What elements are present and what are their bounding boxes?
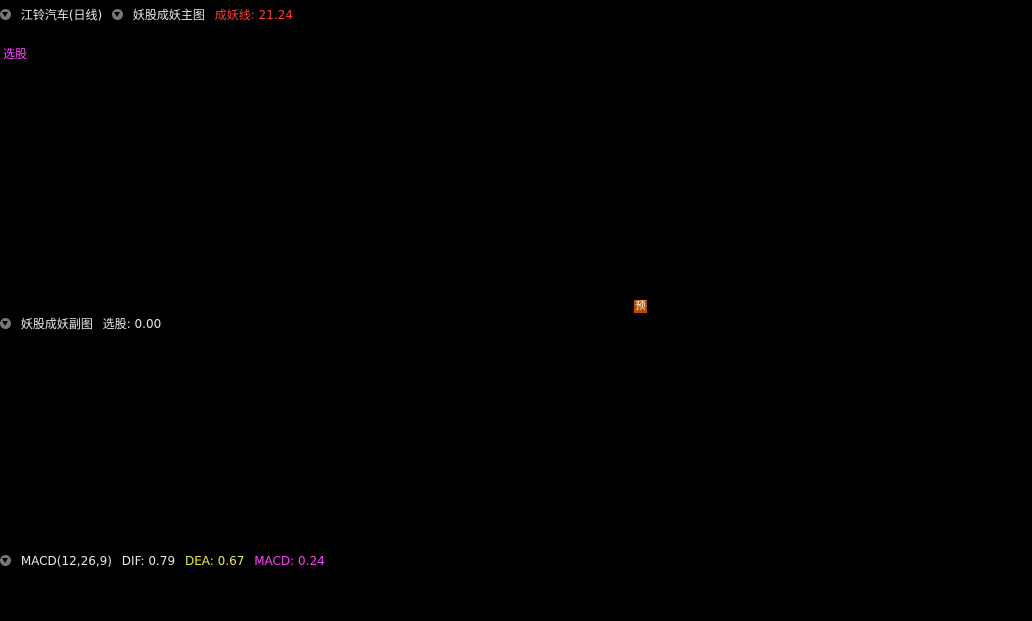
- candle-up: [818, 160, 832, 165]
- candle-up: [288, 217, 302, 221]
- candle-down: [716, 130, 730, 136]
- candle-down: [573, 153, 587, 178]
- candle-down: [675, 128, 689, 131]
- high-marker: [987, 86, 995, 96]
- candle-up: [471, 202, 485, 207]
- candle-down: [512, 191, 526, 196]
- candle-down: [798, 139, 812, 162]
- candle-up: [594, 159, 608, 192]
- candle-up: [369, 217, 383, 220]
- candle-up: [63, 191, 77, 201]
- select-value-label: 选股: 0.00: [102, 317, 162, 331]
- candle-up: [2, 189, 16, 192]
- select-label: 选股: [3, 47, 28, 61]
- low-marker: [436, 281, 446, 286]
- candle-up: [777, 137, 791, 148]
- sub-indicator-name[interactable]: 妖股成妖副图: [21, 317, 93, 331]
- signal-candle: [552, 152, 567, 195]
- candle-up: [247, 209, 261, 217]
- stock-title: 江铃汽车(日线): [20, 8, 103, 22]
- candle-up: [736, 139, 750, 145]
- candle-up: [451, 202, 465, 230]
- candle-up: [84, 189, 98, 197]
- candle-up: [1022, 100, 1032, 107]
- candle-up: [22, 192, 36, 203]
- candle-up: [879, 146, 893, 189]
- signal-candle: [42, 198, 57, 203]
- main-indicator-name[interactable]: 妖股成妖主图: [133, 8, 205, 22]
- candle-up: [614, 165, 628, 170]
- dea-label: DEA: 0.67: [184, 554, 245, 568]
- candle-down: [961, 121, 975, 126]
- indicator-menu-icon[interactable]: [112, 9, 124, 20]
- signal-label: ↖成妖: [862, 213, 896, 227]
- candle-down: [390, 212, 404, 220]
- dif-line: [8, 575, 1030, 604]
- candle-up: [696, 127, 710, 139]
- candle-up: [226, 211, 240, 219]
- candle-up: [492, 190, 506, 209]
- candle-up: [349, 215, 363, 218]
- candle-down: [940, 101, 954, 109]
- candle-up: [655, 114, 669, 134]
- dea-line: [8, 578, 1030, 602]
- macd-menu-icon[interactable]: [0, 555, 11, 566]
- low-price-label: 18.30: [449, 278, 483, 292]
- candle-up: [757, 129, 771, 137]
- chart-canvas: ↖成妖 ↖成妖 ↖成妖 24.67 18.30: [0, 2, 1032, 606]
- candle-down: [145, 204, 159, 206]
- candle-up: [981, 116, 995, 123]
- candle-up: [410, 210, 424, 219]
- high-price-label: 24.67: [998, 80, 1032, 94]
- candle-down: [430, 213, 444, 233]
- sub-indicator-menu-icon[interactable]: [0, 318, 11, 329]
- sub-chart-header: 妖股成妖副图 选股: 0.00: [0, 316, 167, 332]
- candle-down: [838, 165, 852, 172]
- line-value-label: 成妖线: 21.24: [214, 8, 293, 22]
- macd-label: MACD: 0.24: [254, 554, 325, 568]
- candle-up: [532, 193, 546, 199]
- candle-up: [920, 102, 934, 107]
- candle-down: [124, 197, 138, 199]
- candle-down: [104, 188, 118, 199]
- candle-up: [206, 212, 220, 223]
- candle-up: [900, 95, 914, 148]
- signal-candle: [858, 183, 873, 190]
- collapse-icon[interactable]: [0, 9, 11, 20]
- signal-label: ↖成妖: [556, 204, 590, 218]
- main-chart-header: 江铃汽车(日线) 妖股成妖主图 成妖线: 21.24: [0, 7, 299, 23]
- select-signal-line: [0, 333, 1032, 548]
- candle-up: [1002, 105, 1016, 121]
- candle-up: [328, 218, 342, 222]
- candle-down: [186, 203, 200, 217]
- candle-down: [267, 211, 281, 220]
- candle-up: [308, 217, 322, 222]
- signal-label: ↖成妖: [46, 216, 80, 230]
- candle-up: [165, 206, 179, 209]
- dif-label: DIF: 0.79: [121, 554, 176, 568]
- candle-up: [634, 111, 648, 133]
- forecast-badge[interactable]: 预: [634, 300, 647, 313]
- macd-name[interactable]: MACD(12,26,9): [21, 554, 112, 568]
- yao-line: [8, 169, 1030, 204]
- macd-header: MACD(12,26,9) DIF: 0.79 DEA: 0.67 MACD: …: [0, 553, 331, 569]
